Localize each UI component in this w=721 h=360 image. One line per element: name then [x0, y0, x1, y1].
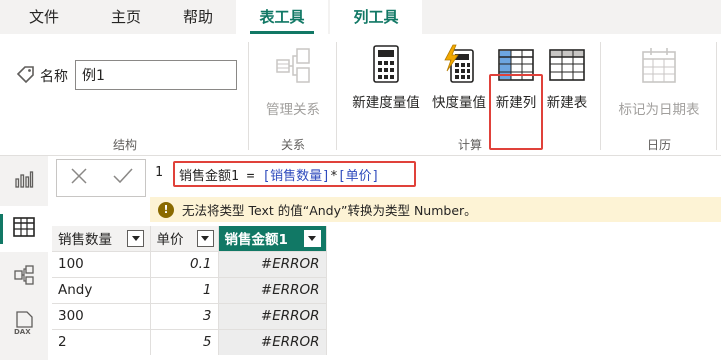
formula-commit-buttons: [56, 159, 146, 197]
error-message: 无法将类型 Text 的值“Andy”转换为类型 Number。: [182, 203, 477, 218]
mark-as-date-table-button[interactable]: 标记为日期表: [610, 46, 708, 118]
tab-home[interactable]: 主页: [96, 0, 156, 34]
quick-measure-label: 快度量值: [432, 95, 486, 111]
group-label-relations: 关系: [280, 138, 305, 152]
column-header-sales-amount[interactable]: 销售金额1: [218, 226, 327, 251]
dax-icon: DAX: [12, 310, 36, 340]
formula-input[interactable]: 销售金额1 = [销售数量]*[单价]: [179, 165, 379, 184]
formula-operator: *: [329, 169, 338, 184]
group-label-calculations: 计算: [457, 138, 482, 152]
group-label-calendar: 日历: [646, 138, 671, 152]
model-view-button[interactable]: [0, 254, 48, 300]
tab-help[interactable]: 帮助: [168, 0, 228, 34]
table-cell-error[interactable]: #ERROR: [218, 276, 327, 303]
table-cell[interactable]: 1: [150, 276, 219, 303]
tag-icon: [16, 66, 36, 88]
relationships-icon: [260, 46, 326, 90]
new-measure-label: 新建度量值: [352, 95, 420, 111]
new-table-label: 新建表: [546, 95, 588, 111]
tab-table-tools[interactable]: 表工具: [236, 0, 328, 34]
new-table-button[interactable]: 新建表: [543, 44, 591, 111]
manage-relationships-button[interactable]: 管理关系: [260, 46, 326, 118]
table-cell[interactable]: 3: [150, 302, 219, 329]
quick-measure-button[interactable]: 快度量值: [428, 44, 490, 111]
table-cell[interactable]: 5: [150, 328, 219, 355]
column-header-price[interactable]: 单价: [150, 226, 219, 251]
formula-bar: 1 销售金额1 = [销售数量]*[单价] ! 无法将类型 Text 的值“An…: [48, 156, 721, 224]
formula-column-ref: [单价]: [337, 169, 380, 184]
quick-measure-icon: [428, 44, 490, 88]
table-cell[interactable]: 300: [52, 302, 151, 329]
table-grid-icon: [13, 217, 35, 241]
table-row: 300 3 #ERROR: [52, 302, 327, 329]
manage-relationships-label: 管理关系: [266, 102, 320, 118]
group-separator: [716, 42, 717, 150]
calendar-icon: [610, 46, 708, 90]
tab-file[interactable]: 文件: [14, 0, 74, 34]
column-header-label: 单价: [156, 232, 184, 249]
filter-dropdown-icon[interactable]: [303, 230, 321, 247]
report-view-button[interactable]: [0, 158, 48, 204]
table-cell[interactable]: 100: [52, 250, 151, 277]
dax-query-view-button[interactable]: DAX: [0, 302, 48, 348]
formula-column-name: 销售金额1: [179, 169, 239, 184]
formula-line-number: 1: [155, 165, 163, 180]
view-switcher-rail: DAX: [0, 156, 48, 360]
tab-table-tools-label: 表工具: [259, 8, 305, 26]
table-row: 2 5 #ERROR: [52, 328, 327, 355]
bar-chart-icon: [14, 169, 34, 193]
table-cell-error[interactable]: #ERROR: [218, 302, 327, 329]
column-header-label: 销售金额1: [224, 232, 288, 249]
column-header-quantity[interactable]: 销售数量: [52, 226, 151, 251]
commit-formula-icon[interactable]: [112, 166, 134, 190]
filter-dropdown-icon[interactable]: [127, 230, 144, 247]
new-table-icon: [543, 44, 591, 88]
mark-as-date-table-label: 标记为日期表: [618, 102, 700, 118]
svg-text:DAX: DAX: [14, 328, 31, 336]
formula-error-bar: ! 无法将类型 Text 的值“Andy”转换为类型 Number。: [150, 197, 721, 222]
table-cell-error[interactable]: #ERROR: [218, 328, 327, 355]
new-measure-button[interactable]: 新建度量值: [346, 44, 426, 111]
name-label: 名称: [40, 69, 68, 85]
table-cell[interactable]: Andy: [52, 276, 151, 303]
cancel-formula-icon[interactable]: [69, 166, 89, 190]
table-header-row: 销售数量 单价 销售金额1: [52, 226, 327, 251]
column-header-label: 销售数量: [58, 232, 112, 249]
group-separator: [248, 42, 249, 150]
group-separator: [600, 42, 601, 150]
table-name-input[interactable]: [75, 60, 237, 90]
data-grid: 销售数量 单价 销售金额1 100 0.1 #ERROR Andy 1 #ERR…: [52, 226, 327, 355]
formula-column-ref: [销售数量]: [262, 169, 330, 184]
ribbon: 名称 结构 管理关系 关系 新建度量值: [0, 34, 721, 156]
tab-column-tools[interactable]: 列工具: [330, 0, 422, 34]
formula-equals: =: [238, 169, 263, 184]
calculator-icon: [346, 44, 426, 88]
data-view-button[interactable]: [0, 206, 48, 252]
group-separator: [336, 42, 337, 150]
model-icon: [13, 264, 35, 290]
table-cell[interactable]: 2: [52, 328, 151, 355]
group-label-structure: 结构: [112, 138, 137, 152]
table-row: Andy 1 #ERROR: [52, 276, 327, 303]
ribbon-tab-bar: 文件 主页 帮助 表工具 列工具: [0, 0, 721, 34]
warning-icon: !: [158, 201, 174, 218]
table-cell-error[interactable]: #ERROR: [218, 250, 327, 277]
filter-dropdown-icon[interactable]: [196, 230, 214, 247]
table-row: 100 0.1 #ERROR: [52, 250, 327, 277]
active-view-indicator: [0, 214, 3, 244]
table-cell[interactable]: 0.1: [150, 250, 219, 277]
